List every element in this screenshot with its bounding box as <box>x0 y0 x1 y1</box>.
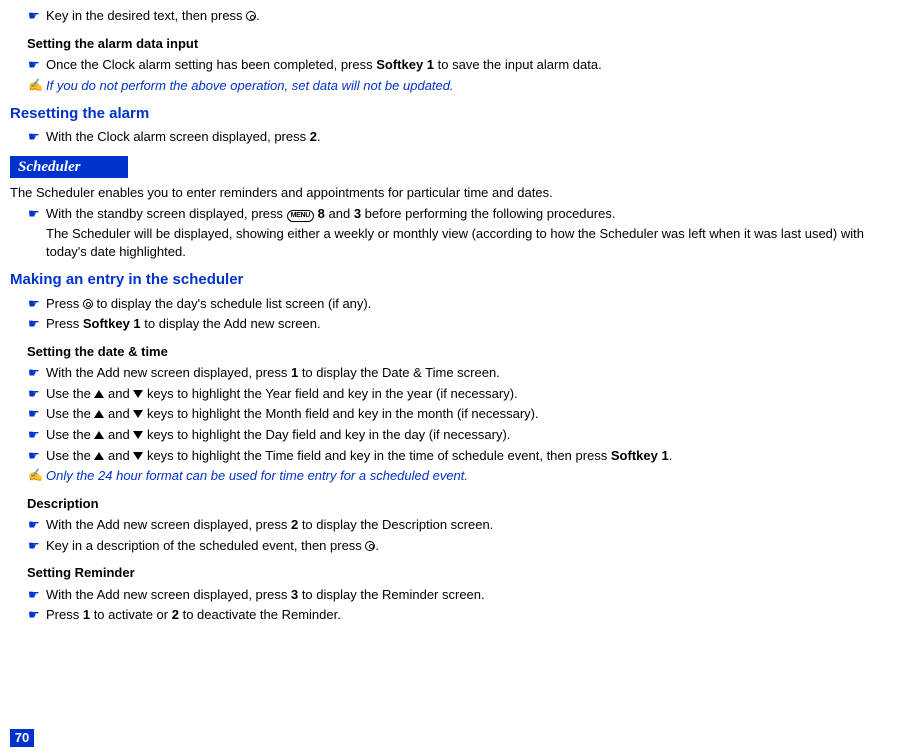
text: Use the <box>46 386 94 401</box>
key-label: 8 <box>318 206 325 221</box>
key-label: 1 <box>83 607 90 622</box>
heading-resetting-alarm: Resetting the alarm <box>10 104 900 124</box>
instruction-open-reminder: With the Add new screen displayed, press… <box>10 586 900 604</box>
text: Use the <box>46 406 94 421</box>
text: Use the <box>46 448 94 463</box>
heading-date-time: Setting the date & time <box>10 343 900 361</box>
text: before performing the following procedur… <box>361 206 615 221</box>
instruction-time: Use the and keys to highlight the Time f… <box>10 447 900 465</box>
note-24-hour: Only the 24 hour format can be used for … <box>10 467 900 485</box>
text: . <box>375 538 379 553</box>
text: Once the Clock alarm setting has been co… <box>46 57 376 72</box>
instruction-reset-alarm: With the Clock alarm screen displayed, p… <box>10 128 900 146</box>
down-arrow-icon <box>133 390 143 398</box>
text: Use the <box>46 427 94 442</box>
page-number: 70 <box>10 729 34 747</box>
instruction-key-description: Key in a description of the scheduled ev… <box>10 537 900 555</box>
heading-making-entry: Making an entry in the scheduler <box>10 270 900 290</box>
text: With the Add new screen displayed, press <box>46 517 291 532</box>
down-arrow-icon <box>133 431 143 439</box>
softkey-label: Softkey 1 <box>83 316 141 331</box>
text: Press <box>46 296 83 311</box>
softkey-label: Softkey 1 <box>611 448 669 463</box>
scheduler-intro: The Scheduler enables you to enter remin… <box>10 184 900 202</box>
up-arrow-icon <box>94 390 104 398</box>
text: and <box>104 427 133 442</box>
instruction-add-new: Press Softkey 1 to display the Add new s… <box>10 315 900 333</box>
down-arrow-icon <box>133 452 143 460</box>
text: . <box>256 8 260 23</box>
text: keys to highlight the Year field and key… <box>143 386 517 401</box>
text: With the standby screen displayed, press <box>46 206 287 221</box>
text: and <box>104 448 133 463</box>
instruction-open-scheduler: With the standby screen displayed, press… <box>10 205 900 223</box>
instruction-day: Use the and keys to highlight the Day fi… <box>10 426 900 444</box>
instruction-year: Use the and keys to highlight the Year f… <box>10 385 900 403</box>
text: to display the Add new screen. <box>141 316 321 331</box>
ok-icon <box>246 11 256 21</box>
scheduler-view-note: The Scheduler will be displayed, showing… <box>10 225 900 260</box>
text: Key in a description of the scheduled ev… <box>46 538 365 553</box>
key-label: 2 <box>172 607 179 622</box>
text: With the Add new screen displayed, press <box>46 365 291 380</box>
text: . <box>669 448 673 463</box>
text: and <box>104 386 133 401</box>
instruction-key-text: Key in the desired text, then press . <box>10 7 900 25</box>
instruction-save-alarm: Once the Clock alarm setting has been co… <box>10 56 900 74</box>
text: With the Add new screen displayed, press <box>46 587 291 602</box>
text: With the Clock alarm screen displayed, p… <box>46 129 310 144</box>
key-label: 2 <box>310 129 317 144</box>
text: and <box>325 206 354 221</box>
up-arrow-icon <box>94 452 104 460</box>
text: to display the day's schedule list scree… <box>93 296 372 311</box>
ok-icon <box>365 541 375 551</box>
text: keys to highlight the Time field and key… <box>143 448 611 463</box>
menu-icon: MENU <box>287 210 314 222</box>
text: and <box>104 406 133 421</box>
heading-description: Description <box>10 495 900 513</box>
instruction-open-datetime: With the Add new screen displayed, press… <box>10 364 900 382</box>
text: Press <box>46 607 83 622</box>
heading-setting-alarm-data: Setting the alarm data input <box>10 35 900 53</box>
text: Press <box>46 316 83 331</box>
up-arrow-icon <box>94 410 104 418</box>
ok-icon <box>83 299 93 309</box>
text: . <box>317 129 321 144</box>
instruction-activate-reminder: Press 1 to activate or 2 to deactivate t… <box>10 606 900 624</box>
text: to activate or <box>90 607 172 622</box>
text: to display the Date & Time screen. <box>298 365 500 380</box>
text: keys to highlight the Month field and ke… <box>143 406 538 421</box>
section-scheduler: Scheduler <box>10 156 128 178</box>
softkey-label: Softkey 1 <box>376 57 434 72</box>
text: to save the input alarm data. <box>434 57 602 72</box>
heading-setting-reminder: Setting Reminder <box>10 564 900 582</box>
instruction-month: Use the and keys to highlight the Month … <box>10 405 900 423</box>
instruction-open-description: With the Add new screen displayed, press… <box>10 516 900 534</box>
instruction-display-day: Press to display the day's schedule list… <box>10 295 900 313</box>
text: to display the Description screen. <box>298 517 493 532</box>
up-arrow-icon <box>94 431 104 439</box>
down-arrow-icon <box>133 410 143 418</box>
text: to deactivate the Reminder. <box>179 607 341 622</box>
text: to display the Reminder screen. <box>298 587 484 602</box>
key-label: 3 <box>354 206 361 221</box>
note-not-updated: If you do not perform the above operatio… <box>10 77 900 95</box>
text: Key in the desired text, then press <box>46 8 246 23</box>
text: keys to highlight the Day field and key … <box>143 427 510 442</box>
